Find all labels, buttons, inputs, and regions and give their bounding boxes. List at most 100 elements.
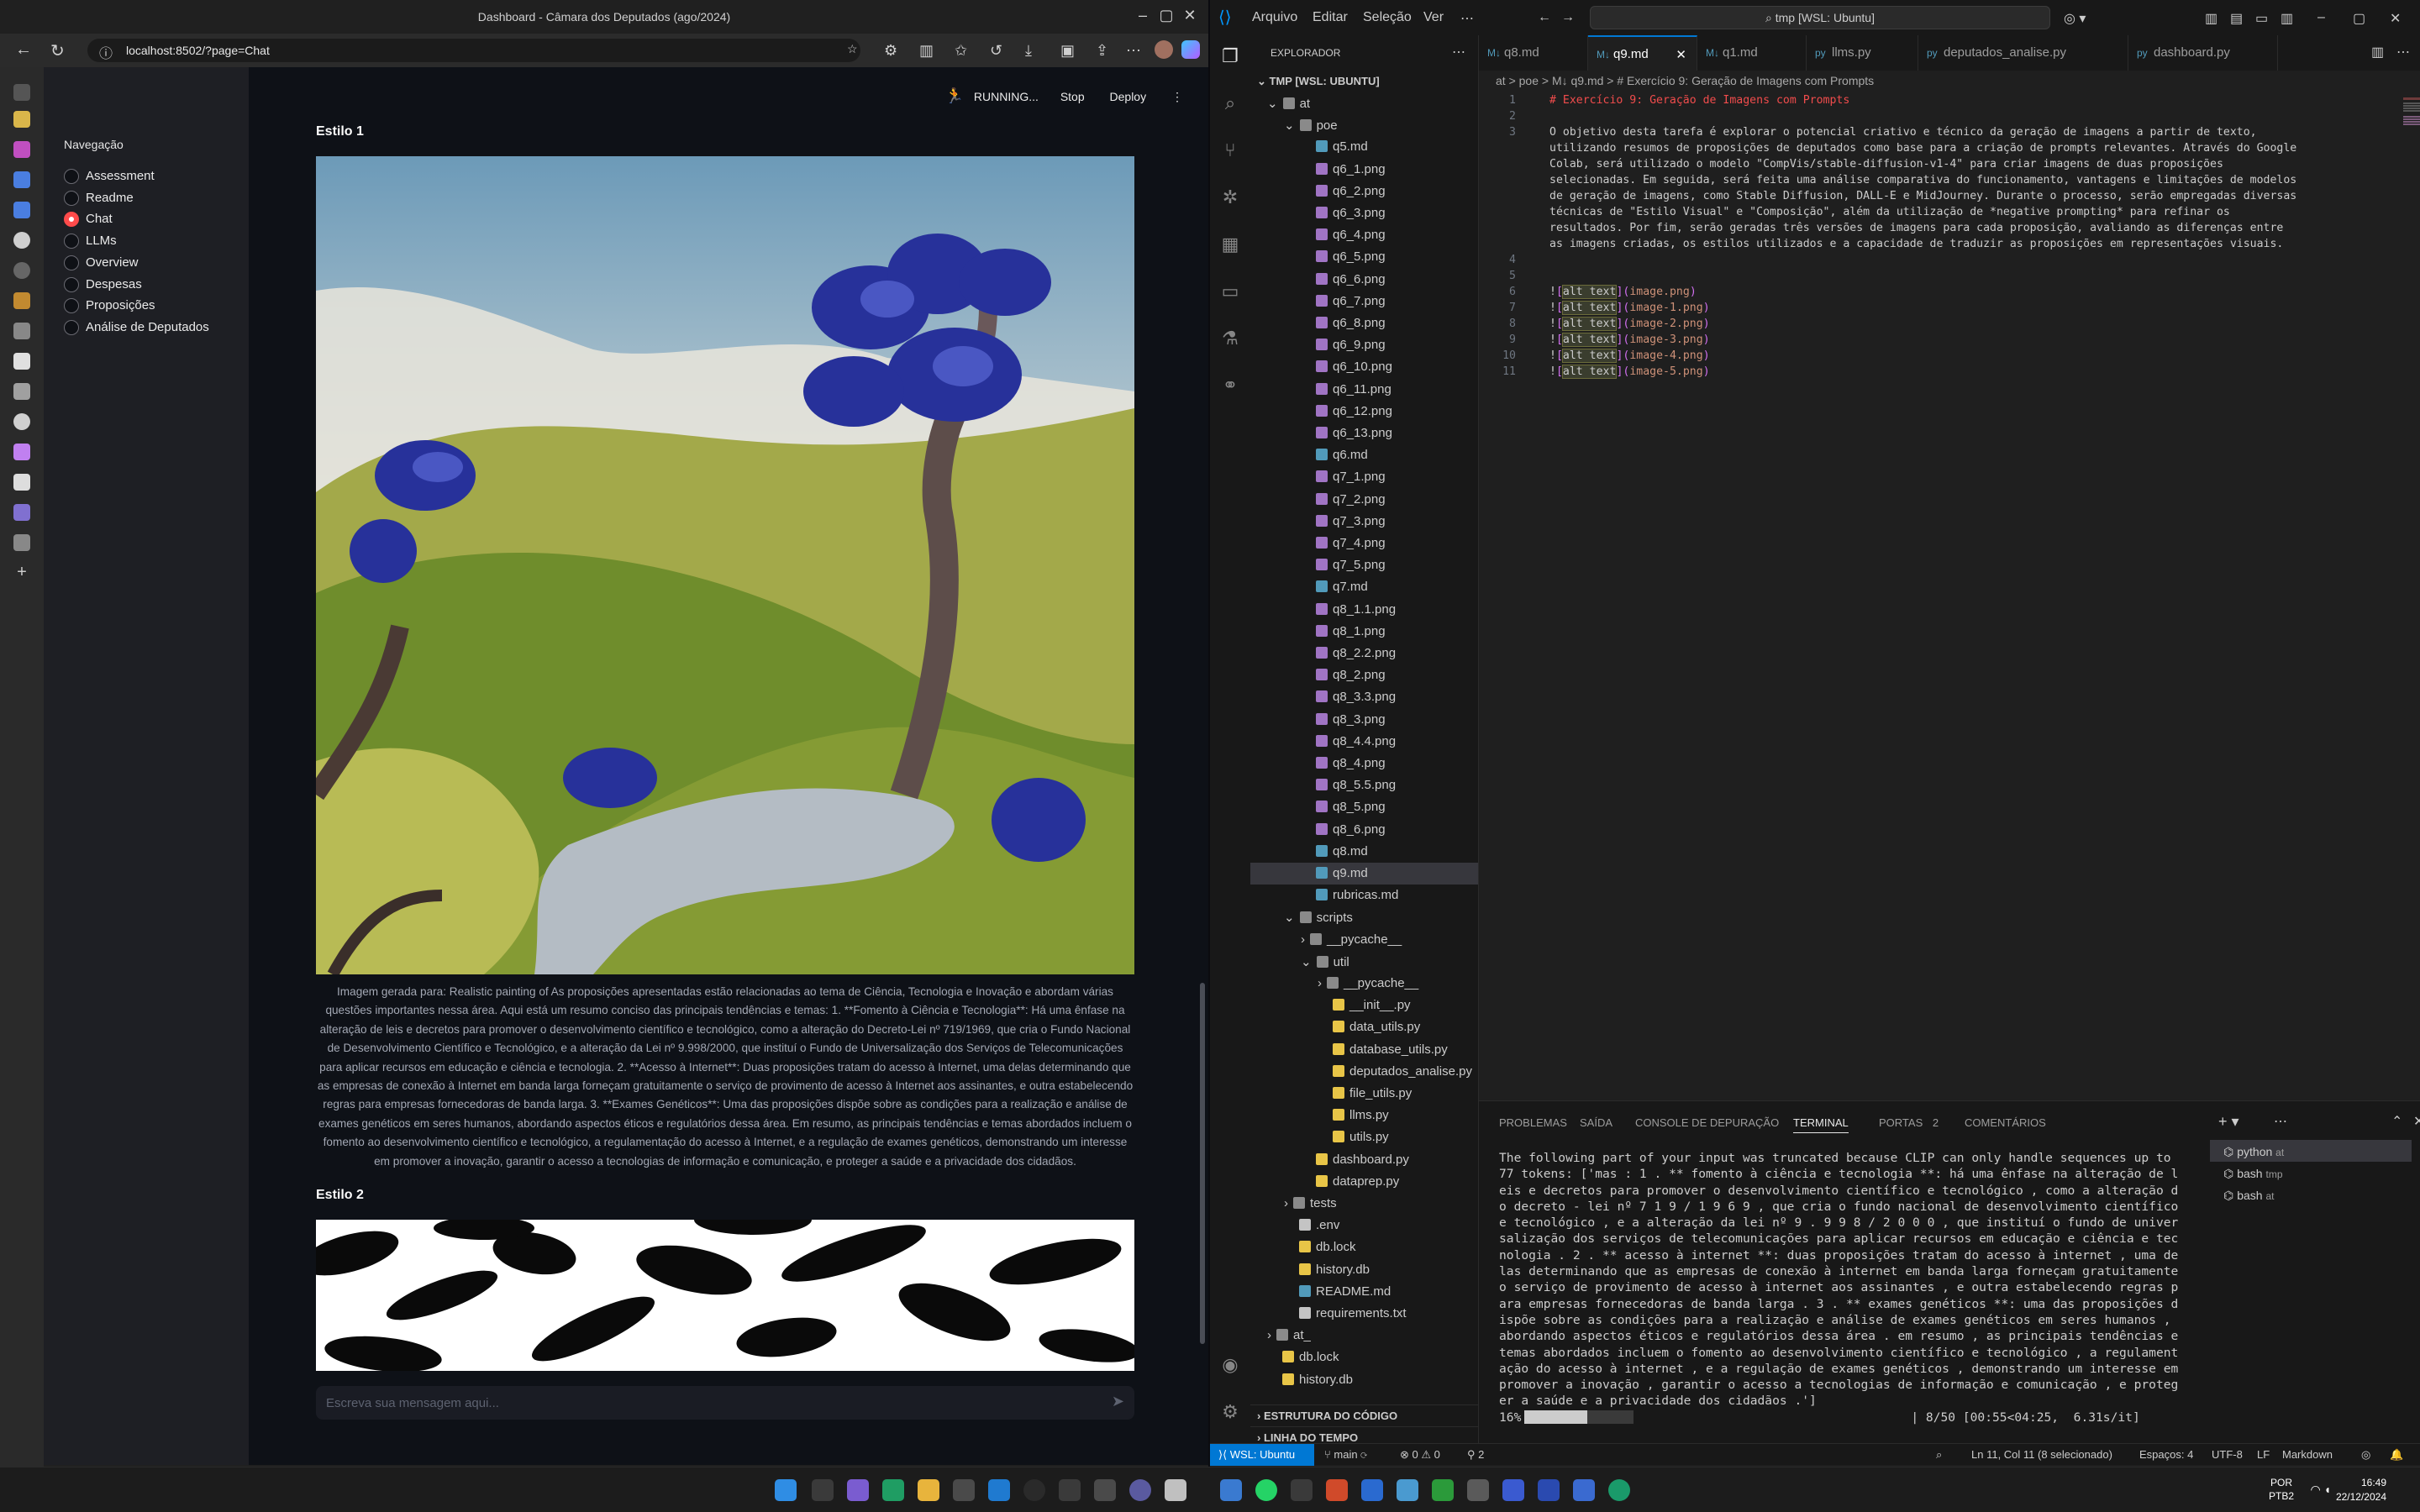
python-icon[interactable]: ⚭ bbox=[1220, 375, 1240, 396]
taskbar-app-icon[interactable] bbox=[1467, 1479, 1489, 1501]
taskbar-app-icon[interactable] bbox=[1608, 1479, 1630, 1501]
taskbar-app-icon[interactable] bbox=[1361, 1479, 1383, 1501]
address-bar[interactable]: ⓘ localhost:8502/?page=Chat bbox=[87, 39, 860, 62]
tree-file[interactable]: llms.py bbox=[1250, 1105, 1478, 1126]
tree-file[interactable]: q7_4.png bbox=[1250, 533, 1478, 554]
tree-file[interactable]: q7.md bbox=[1250, 576, 1478, 598]
command-center-search[interactable]: ⌕ tmp [WSL: Ubuntu] bbox=[1590, 6, 2050, 29]
sidebar-app-icon[interactable] bbox=[13, 232, 30, 249]
tree-file[interactable]: q8_4.png bbox=[1250, 753, 1478, 774]
tree-file[interactable]: db.lock bbox=[1250, 1347, 1478, 1368]
code-line[interactable]: selecionadas. Em seguida, será feita uma… bbox=[1549, 174, 2296, 186]
code-line[interactable]: ![alt text](image-4.png) bbox=[1549, 349, 1710, 363]
code-line[interactable]: técnicas de "Estilo Visual" e "Composiçã… bbox=[1549, 206, 2230, 218]
tab-llms-py[interactable]: py llms.py bbox=[1807, 35, 1918, 71]
tree-folder[interactable]: › tests bbox=[1250, 1193, 1478, 1215]
remote-explorer-icon[interactable]: ▭ bbox=[1220, 281, 1240, 302]
chat-input[interactable]: Escreva sua mensagem aqui... ➤ bbox=[316, 1386, 1134, 1420]
tree-file[interactable]: database_utils.py bbox=[1250, 1039, 1478, 1061]
language-mode[interactable]: Markdown bbox=[2282, 1448, 2333, 1461]
tree-file[interactable]: q7_2.png bbox=[1250, 489, 1478, 511]
code-line[interactable]: resultados. Por fim, serão geradas três … bbox=[1549, 222, 2283, 234]
toggle-sidebar-icon[interactable]: ▤ bbox=[2230, 10, 2243, 27]
close-panel-icon[interactable]: ✕ bbox=[2413, 1113, 2420, 1130]
tree-folder[interactable]: › __pycache__ bbox=[1250, 973, 1478, 995]
copilot-status-icon[interactable]: ◎ bbox=[2361, 1448, 2370, 1462]
tree-file[interactable]: dashboard.py bbox=[1250, 1149, 1478, 1171]
avatar[interactable] bbox=[1155, 40, 1173, 59]
tree-file[interactable]: q8_2.2.png bbox=[1250, 643, 1478, 664]
sidebar-app-icon[interactable] bbox=[13, 171, 30, 188]
tree-folder[interactable]: ⌄ scripts bbox=[1250, 906, 1478, 928]
menu-ver[interactable]: Ver bbox=[1423, 10, 1444, 25]
tree-file[interactable]: q8_4.4.png bbox=[1250, 731, 1478, 753]
menu-more-icon[interactable]: ⋯ bbox=[1460, 10, 1474, 27]
extensions-icon[interactable]: ▦ bbox=[1220, 234, 1240, 255]
tree-file[interactable]: q6_6.png bbox=[1250, 269, 1478, 291]
code-line[interactable]: as imagens criadas, os estilos utilizado… bbox=[1549, 238, 2283, 250]
menu-selecao[interactable]: Seleção bbox=[1363, 10, 1412, 25]
add-icon[interactable]: + bbox=[13, 564, 30, 581]
workspace-header[interactable]: ⌄ TMP [WSL: UBUNTU] bbox=[1250, 71, 1380, 92]
tree-file[interactable]: file_utils.py bbox=[1250, 1083, 1478, 1105]
tree-file[interactable]: q8_6.png bbox=[1250, 819, 1478, 841]
sidebar-app-icon[interactable] bbox=[13, 323, 30, 339]
store-icon[interactable] bbox=[953, 1479, 975, 1501]
sidebar-app-icon[interactable] bbox=[13, 141, 30, 158]
tree-file[interactable]: q6_4.png bbox=[1250, 224, 1478, 246]
explorer-more-icon[interactable]: ⋯ bbox=[1452, 44, 1465, 60]
panel-tab-problemas[interactable]: PROBLEMAS bbox=[1499, 1116, 1567, 1129]
sidebar-app-icon[interactable] bbox=[13, 353, 30, 370]
tree-file[interactable]: __init__.py bbox=[1250, 995, 1478, 1016]
tree-folder[interactable]: ⌄ poe bbox=[1250, 114, 1478, 136]
testing-icon[interactable]: ⚗ bbox=[1220, 328, 1240, 349]
tab-deputados-analise-py[interactable]: py deputados_analise.py bbox=[1918, 35, 2128, 71]
code-line[interactable]: O objetivo desta tarefa é explorar o pot… bbox=[1549, 126, 2257, 139]
taskbar-app-icon[interactable] bbox=[1502, 1479, 1524, 1501]
eol[interactable]: LF bbox=[2257, 1448, 2270, 1461]
tree-file[interactable]: q7_1.png bbox=[1250, 466, 1478, 488]
scrollbar[interactable] bbox=[1200, 983, 1205, 1344]
whatsapp-icon[interactable] bbox=[1255, 1479, 1277, 1501]
breadcrumb[interactable]: at > poe > M↓ q9.md > # Exercício 9: Ger… bbox=[1479, 71, 2420, 91]
tree-file[interactable]: q9.md bbox=[1250, 863, 1478, 885]
tree-file[interactable]: q8_3.png bbox=[1250, 709, 1478, 731]
file-explorer-icon[interactable] bbox=[918, 1479, 939, 1501]
more-icon[interactable]: ⋯ bbox=[1126, 42, 1141, 60]
tree-file[interactable]: q6_11.png bbox=[1250, 379, 1478, 401]
edge-icon[interactable] bbox=[882, 1479, 904, 1501]
tab-dashboard-py[interactable]: py dashboard.py bbox=[2128, 35, 2278, 71]
more-menu-icon[interactable]: ⋮ bbox=[1171, 90, 1183, 103]
tree-file[interactable]: q8_3.3.png bbox=[1250, 686, 1478, 708]
panel-tab-coment-rios[interactable]: COMENTÁRIOS bbox=[1965, 1116, 2046, 1129]
sidebar-app-icon[interactable] bbox=[13, 383, 30, 400]
taskbar-app-icon[interactable] bbox=[1059, 1479, 1081, 1501]
history-icon[interactable]: ↺ bbox=[990, 42, 1002, 60]
task-view-icon[interactable] bbox=[812, 1479, 834, 1501]
tree-file[interactable]: q6_3.png bbox=[1250, 202, 1478, 224]
code-line[interactable]: ![alt text](image-2.png) bbox=[1549, 317, 1710, 331]
tree-file[interactable]: dataprep.py bbox=[1250, 1171, 1478, 1193]
sidebar-app-icon[interactable] bbox=[13, 262, 30, 279]
stop-button[interactable]: Stop bbox=[1060, 90, 1085, 103]
taskbar-app-icon[interactable] bbox=[1165, 1479, 1186, 1501]
code-line[interactable]: ![alt text](image-5.png) bbox=[1549, 365, 1710, 379]
tabs-icon[interactable] bbox=[13, 84, 30, 101]
sidebar-app-icon[interactable] bbox=[13, 413, 30, 430]
indentation[interactable]: Espaços: 4 bbox=[2139, 1448, 2193, 1461]
split-editor-icon[interactable]: ▥ bbox=[2371, 44, 2384, 60]
share-icon[interactable]: ⇪ bbox=[1096, 42, 1108, 60]
taskbar-app-icon[interactable] bbox=[1220, 1479, 1242, 1501]
maximize-panel-icon[interactable]: ⌃ bbox=[2391, 1113, 2402, 1130]
panel-tab-console-de-depura-o[interactable]: CONSOLE DE DEPURAÇÃO bbox=[1635, 1116, 1779, 1129]
notifications-icon[interactable]: 🔔 bbox=[2390, 1448, 2403, 1462]
tree-file[interactable]: q8.md bbox=[1250, 841, 1478, 863]
cursor-position[interactable]: Ln 11, Col 11 (8 selecionado) bbox=[1971, 1448, 2112, 1461]
minimize-icon[interactable]: – bbox=[2317, 10, 2325, 25]
explorer-icon[interactable]: ❐ bbox=[1220, 45, 1240, 66]
close-tab-icon[interactable]: ✕ bbox=[1676, 47, 1686, 62]
deploy-button[interactable]: Deploy bbox=[1110, 90, 1147, 103]
tree-file[interactable]: q8_1.png bbox=[1250, 621, 1478, 643]
sidebar-app-icon[interactable] bbox=[13, 534, 30, 551]
language-indicator[interactable]: POR PTB2 bbox=[2269, 1476, 2294, 1503]
